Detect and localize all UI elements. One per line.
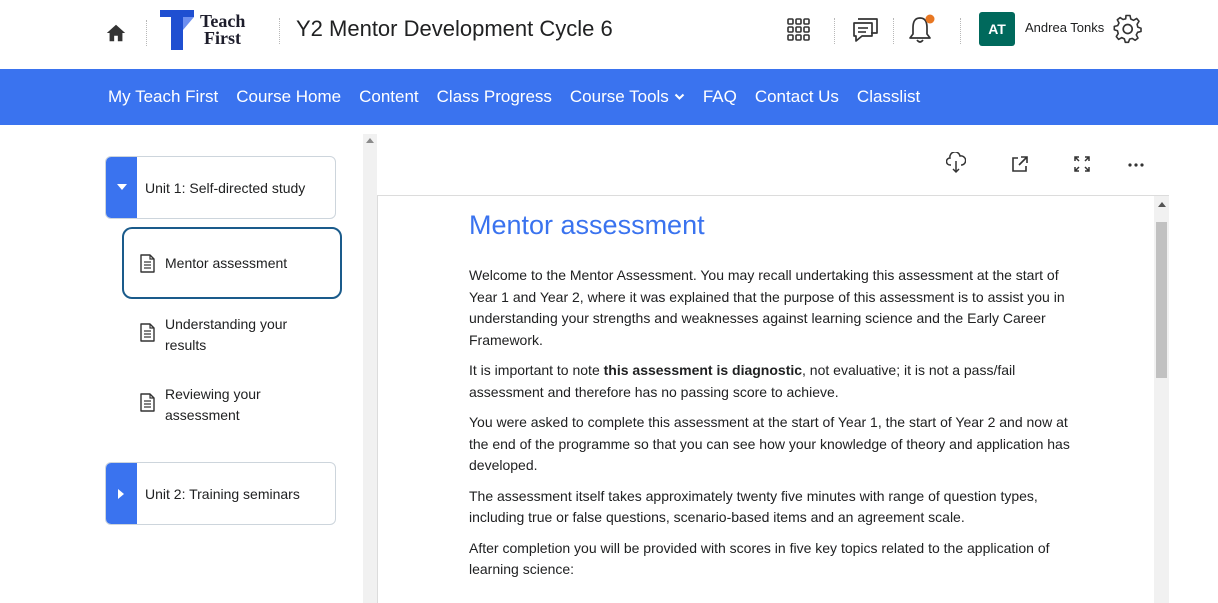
course-title[interactable]: Y2 Mentor Development Cycle 6 — [296, 16, 613, 42]
scrollbar-thumb[interactable] — [1156, 222, 1167, 378]
topic-label-line-1: Reviewing your — [165, 386, 261, 402]
bell-icon[interactable] — [906, 13, 936, 45]
nav-contact-us[interactable]: Contact Us — [755, 87, 839, 107]
document-icon — [140, 323, 155, 342]
unit-1-header[interactable]: Unit 1: Self-directed study — [105, 156, 336, 219]
topic-reviewing-your-assessment[interactable]: Reviewing your assessment — [122, 384, 342, 426]
external-link-icon[interactable] — [1011, 155, 1029, 173]
user-name[interactable]: Andrea Tonks — [1025, 20, 1104, 35]
logo-line-2: First — [204, 28, 241, 48]
nav-course-home[interactable]: Course Home — [236, 87, 341, 107]
waffle-grid-icon[interactable] — [786, 17, 811, 42]
divider — [960, 18, 961, 44]
content-scrollbar[interactable] — [1154, 196, 1169, 603]
unit-2-toggle[interactable] — [106, 463, 137, 524]
nav-faq[interactable]: FAQ — [703, 87, 737, 107]
topic-label-line-1: Understanding your — [165, 316, 288, 332]
topic-label: Mentor assessment — [165, 254, 288, 271]
paragraph-2: It is important to note this assessment … — [469, 360, 1088, 403]
nav-classlist[interactable]: Classlist — [857, 87, 920, 107]
divider — [146, 20, 147, 46]
unit-1-toggle[interactable] — [106, 157, 137, 218]
unit-2-label: Unit 2: Training seminars — [145, 485, 300, 502]
unit-1-label: Unit 1: Self-directed study — [145, 179, 306, 196]
teach-first-t-mark — [160, 10, 194, 50]
topic-mentor-assessment[interactable]: Mentor assessment — [122, 227, 342, 299]
content-body: Mentor assessment Welcome to the Mentor … — [468, 208, 1088, 590]
content-viewer[interactable]: Mentor assessment Welcome to the Mentor … — [377, 195, 1169, 603]
chat-icon[interactable] — [850, 16, 880, 44]
topic-understanding-your-results[interactable]: Understanding your results — [122, 314, 342, 356]
more-icon[interactable] — [1127, 155, 1145, 173]
course-navbar: My Teach First Course Home Content Class… — [0, 69, 1218, 125]
divider — [834, 18, 835, 44]
topic-label-line-2: results — [165, 337, 207, 353]
unit-2-header[interactable]: Unit 2: Training seminars — [105, 462, 336, 525]
top-header: Teach First Y2 Mentor Development Cycle … — [0, 0, 1218, 69]
nav-my-teach-first[interactable]: My Teach First — [108, 87, 218, 107]
paragraph-4: The assessment itself takes approximatel… — [469, 487, 1038, 526]
teach-first-logo[interactable]: Teach First — [160, 10, 245, 50]
logo-text: Teach First — [200, 12, 245, 48]
home-icon[interactable] — [105, 22, 127, 44]
document-icon — [140, 393, 155, 412]
fullscreen-icon[interactable] — [1073, 155, 1091, 173]
gear-icon[interactable] — [1113, 14, 1143, 44]
nav-items: My Teach First Course Home Content Class… — [108, 69, 938, 125]
avatar[interactable]: AT — [979, 12, 1015, 46]
paragraph-3: You were asked to complete this assessme… — [469, 414, 1070, 473]
chevron-down-icon — [674, 93, 685, 100]
topic-label-line-2: assessment — [165, 407, 240, 423]
paragraph-5: After completion you will be provided wi… — [469, 539, 1050, 578]
nav-class-progress[interactable]: Class Progress — [437, 87, 552, 107]
scroll-up-arrow[interactable] — [366, 138, 374, 143]
download-icon[interactable] — [946, 152, 966, 174]
divider — [893, 18, 894, 44]
paragraph-2-start: It is important to note — [469, 362, 604, 378]
topic-label: Understanding your results — [165, 314, 287, 356]
document-icon — [140, 253, 155, 273]
nav-course-tools-label: Course Tools — [569, 87, 669, 106]
left-panel-scrollbar[interactable] — [363, 134, 377, 603]
scroll-up-arrow[interactable] — [1158, 202, 1166, 207]
divider — [279, 18, 280, 44]
page-title: Mentor assessment — [469, 210, 705, 240]
caret-right-icon — [118, 488, 124, 499]
topic-label: Reviewing your assessment — [165, 384, 261, 426]
paragraph-2-bold: this assessment is diagnostic — [603, 362, 803, 378]
paragraph-1: Welcome to the Mentor Assessment. You ma… — [469, 267, 1065, 348]
caret-down-icon — [116, 184, 127, 190]
nav-content[interactable]: Content — [359, 87, 419, 107]
nav-course-tools[interactable]: Course Tools — [570, 87, 685, 107]
notification-dot — [925, 14, 935, 24]
